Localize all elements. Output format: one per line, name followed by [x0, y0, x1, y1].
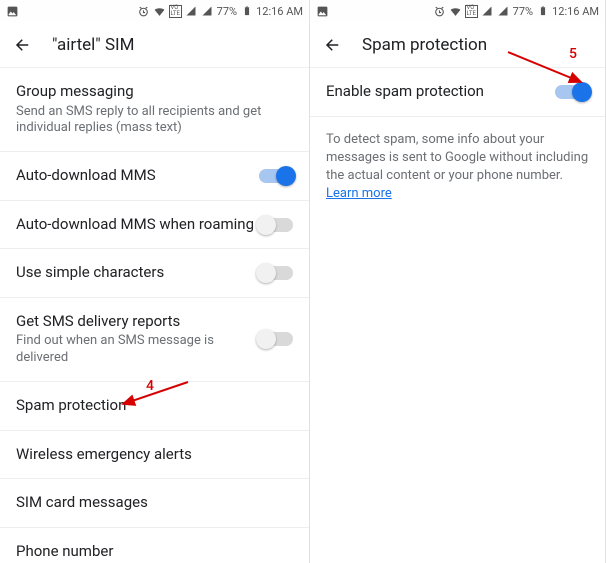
row-primary: Use simple characters [16, 263, 259, 283]
settings-list: Group messagingSend an SMS reply to all … [0, 68, 309, 563]
right-screenshot: VOLTE 77% 12:16 AM Spam protection Enabl… [310, 0, 606, 563]
back-icon[interactable] [14, 36, 32, 54]
battery-pct: 77% [513, 5, 533, 18]
row-primary: Auto-download MMS [16, 166, 259, 186]
settings-row[interactable]: Phone numberUnknown [0, 528, 309, 563]
battery-icon [240, 5, 253, 18]
status-bar: VOLTE 77% 12:16 AM [0, 0, 309, 22]
wifi-icon [153, 5, 166, 18]
left-screenshot: VOLTE 77% 12:16 AM "airtel" SIM Group me… [0, 0, 310, 563]
settings-row[interactable]: Auto-download MMS [0, 152, 309, 201]
settings-row[interactable]: Use simple characters [0, 249, 309, 298]
row-primary: Wireless emergency alerts [16, 445, 293, 465]
battery-icon [536, 5, 549, 18]
signal-icon [481, 5, 494, 18]
info-text: To detect spam, some info about your mes… [310, 117, 605, 218]
settings-row[interactable]: Auto-download MMS when roaming [0, 201, 309, 250]
settings-row[interactable]: Spam protection [0, 382, 309, 431]
row-toggle[interactable] [259, 266, 293, 280]
battery-pct: 77% [217, 5, 237, 18]
row-primary: Phone number [16, 542, 293, 562]
signal-icon-2 [201, 5, 214, 18]
row-secondary: Find out when an SMS message is delivere… [16, 333, 259, 367]
app-bar: "airtel" SIM [0, 22, 309, 68]
settings-row[interactable]: SIM card messages [0, 479, 309, 528]
settings-row[interactable]: Group messagingSend an SMS reply to all … [0, 68, 309, 152]
alarm-icon [137, 5, 150, 18]
clock-time: 12:16 AM [552, 5, 599, 18]
settings-row[interactable]: Wireless emergency alerts [0, 431, 309, 480]
settings-row[interactable]: Get SMS delivery reportsFind out when an… [0, 298, 309, 382]
alarm-icon [433, 5, 446, 18]
row-primary: Group messaging [16, 82, 293, 102]
back-icon[interactable] [324, 36, 342, 54]
app-bar: Spam protection [310, 22, 605, 68]
learn-more-link[interactable]: Learn more [326, 186, 392, 201]
volte-icon: VOLTE [169, 5, 182, 18]
signal-icon [185, 5, 198, 18]
picture-icon [6, 5, 19, 18]
wifi-icon [449, 5, 462, 18]
row-toggle[interactable] [259, 169, 293, 183]
row-toggle[interactable] [259, 218, 293, 232]
row-toggle[interactable] [259, 332, 293, 346]
volte-icon: VOLTE [465, 5, 478, 18]
row-primary: Get SMS delivery reports [16, 312, 259, 332]
row-primary: Spam protection [16, 396, 293, 416]
status-bar: VOLTE 77% 12:16 AM [310, 0, 605, 22]
enable-spam-toggle[interactable] [555, 85, 589, 99]
enable-spam-row[interactable]: Enable spam protection [310, 68, 605, 117]
row-primary: Auto-download MMS when roaming [16, 215, 259, 235]
clock-time: 12:16 AM [256, 5, 303, 18]
picture-icon [316, 5, 329, 18]
page-title: Spam protection [362, 35, 487, 55]
row-primary: Enable spam protection [326, 82, 555, 102]
row-primary: SIM card messages [16, 493, 293, 513]
row-secondary: Send an SMS reply to all recipients and … [16, 104, 293, 138]
signal-icon-2 [497, 5, 510, 18]
page-title: "airtel" SIM [52, 35, 135, 55]
